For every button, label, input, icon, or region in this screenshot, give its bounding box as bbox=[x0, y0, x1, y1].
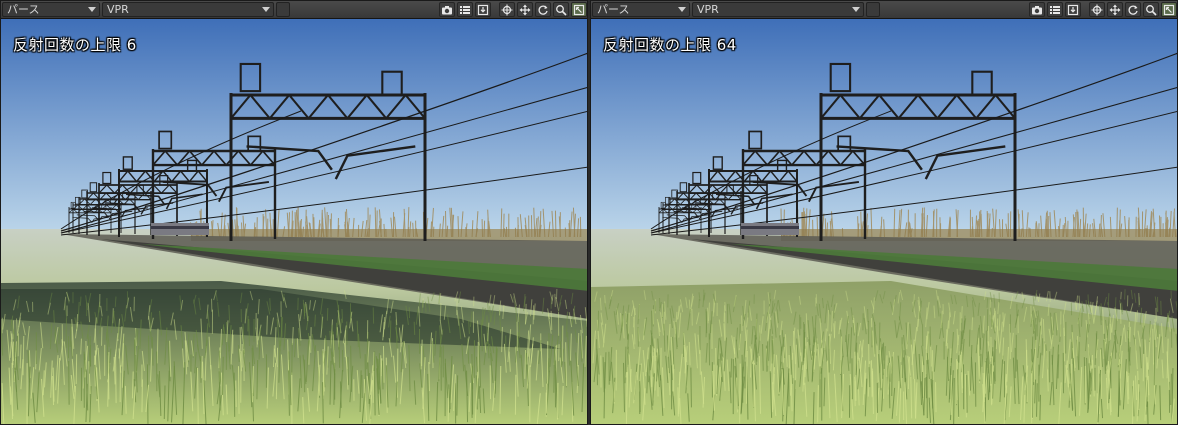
move-button[interactable] bbox=[517, 2, 533, 17]
zoom-button[interactable] bbox=[553, 2, 569, 17]
save-button[interactable] bbox=[475, 2, 491, 17]
list-icon bbox=[460, 5, 470, 14]
max-reflection-label: 反射回数の上限 6 bbox=[13, 36, 137, 54]
maximize-button[interactable] bbox=[571, 2, 587, 17]
render-mode-dropdown[interactable]: VPR bbox=[692, 2, 864, 17]
maximize-icon bbox=[573, 4, 585, 15]
camera-icon bbox=[442, 5, 452, 14]
chevron-down-icon bbox=[852, 7, 860, 12]
render-options-button[interactable] bbox=[866, 2, 880, 17]
camera-icon bbox=[1032, 5, 1042, 14]
viewport-toolbar: パース VPR bbox=[591, 1, 1177, 19]
rotate-button[interactable] bbox=[535, 2, 551, 17]
viewport-right[interactable]: パース VPR 反射回数の上限 64 bbox=[590, 0, 1178, 425]
list-button[interactable] bbox=[457, 2, 473, 17]
maximize-button[interactable] bbox=[1161, 2, 1177, 17]
viewport-split: パース VPR 反射回数の上限 6 パース VPR 反射回数の上限 64 bbox=[0, 0, 1178, 425]
save-icon bbox=[1067, 4, 1079, 15]
chevron-down-icon bbox=[678, 7, 686, 12]
camera-button[interactable] bbox=[439, 2, 455, 17]
rotate-icon bbox=[538, 5, 548, 15]
render-mode-label: VPR bbox=[697, 3, 719, 16]
zoom-icon bbox=[556, 4, 567, 16]
viewport-left[interactable]: パース VPR 反射回数の上限 6 bbox=[0, 0, 588, 425]
rotate-icon bbox=[1128, 5, 1138, 15]
move-icon bbox=[519, 4, 531, 15]
center-button[interactable] bbox=[499, 2, 515, 17]
render-scene[interactable] bbox=[591, 19, 1178, 425]
render-scene[interactable] bbox=[1, 19, 588, 425]
render-mode-dropdown[interactable]: VPR bbox=[102, 2, 274, 17]
center-icon bbox=[1091, 4, 1103, 15]
center-button[interactable] bbox=[1089, 2, 1105, 17]
render-mode-label: VPR bbox=[107, 3, 129, 16]
move-icon bbox=[1109, 4, 1121, 15]
list-icon bbox=[1050, 5, 1060, 14]
view-mode-label: パース bbox=[597, 3, 630, 16]
maximize-icon bbox=[1163, 4, 1175, 15]
zoom-button[interactable] bbox=[1143, 2, 1159, 17]
save-button[interactable] bbox=[1065, 2, 1081, 17]
zoom-icon bbox=[1146, 4, 1157, 16]
center-icon bbox=[501, 4, 513, 15]
viewport-toolbar: パース VPR bbox=[1, 1, 587, 19]
chevron-down-icon bbox=[88, 7, 96, 12]
max-reflection-label: 反射回数の上限 64 bbox=[603, 36, 737, 54]
list-button[interactable] bbox=[1047, 2, 1063, 17]
rotate-button[interactable] bbox=[1125, 2, 1141, 17]
camera-button[interactable] bbox=[1029, 2, 1045, 17]
view-mode-label: パース bbox=[7, 3, 40, 16]
render-options-button[interactable] bbox=[276, 2, 290, 17]
view-mode-dropdown[interactable]: パース bbox=[592, 2, 690, 17]
move-button[interactable] bbox=[1107, 2, 1123, 17]
view-mode-dropdown[interactable]: パース bbox=[2, 2, 100, 17]
chevron-down-icon bbox=[262, 7, 270, 12]
save-icon bbox=[477, 4, 489, 15]
